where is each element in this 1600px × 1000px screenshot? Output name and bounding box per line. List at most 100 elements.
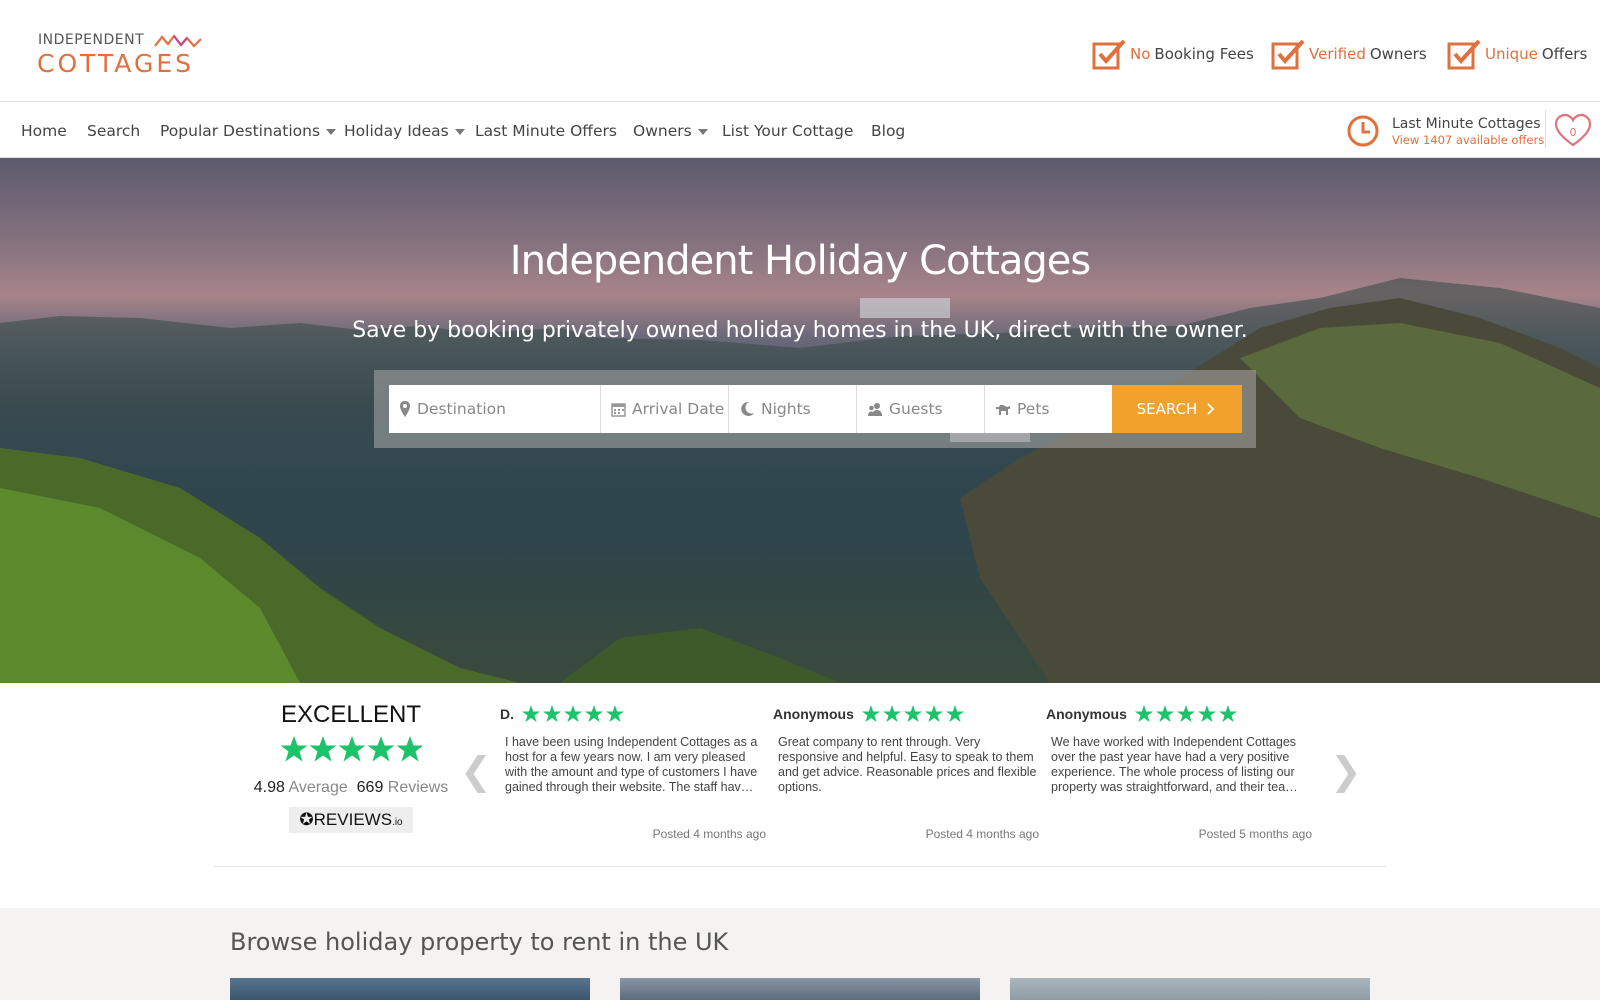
nav-label: Owners [633, 122, 692, 140]
region-thumbnail[interactable] [620, 978, 980, 1000]
nav-label: Holiday Ideas [344, 122, 449, 140]
pets-placeholder: Pets [1017, 400, 1050, 418]
section-divider [214, 866, 1386, 867]
nav-last-minute-offers[interactable]: Last Minute Offers [475, 122, 617, 140]
provider-name: REVIEWS [313, 810, 393, 829]
usp-highlight: Verified [1309, 45, 1366, 63]
star-circle-icon: ✪ [299, 810, 314, 829]
usp-highlight: Unique [1485, 45, 1538, 63]
five-star-rating-icon [861, 705, 964, 722]
dog-icon [996, 405, 1010, 415]
search-button-label: SEARCH [1136, 400, 1198, 418]
reviewer-name: D. [500, 706, 514, 722]
reviews-widget: EXCELLENT 4.98 Average 669 Reviews ✪REVI… [0, 683, 1600, 908]
checkbox-tick-icon [1271, 39, 1305, 70]
rating-word: EXCELLENT [280, 701, 422, 728]
chevron-right-icon [1207, 403, 1215, 415]
usp-text: Offers [1541, 45, 1588, 63]
nav-list-your-cottage[interactable]: List Your Cottage [722, 122, 853, 140]
search-bar: Destination Arrival Date Nights Guests P… [374, 370, 1256, 448]
nav-owners[interactable]: Owners [633, 122, 708, 140]
rating-average: 4.98 [253, 779, 285, 796]
browse-section: Browse holiday property to rent in the U… [0, 908, 1600, 1000]
favourites-count: 0 [1569, 126, 1577, 139]
site-logo[interactable]: INDEPENDENT COTTAGES [37, 32, 208, 78]
arrival-date-field[interactable]: Arrival Date [601, 385, 729, 433]
region-thumbnail[interactable] [1010, 978, 1370, 1000]
nav-label: List Your Cottage [722, 122, 854, 140]
clock-icon [1347, 115, 1379, 147]
calendar-icon [611, 402, 626, 417]
hero-subtitle: Save by booking privately owned holiday … [352, 318, 1248, 343]
reviews-next-arrow[interactable]: ❯ [1330, 749, 1362, 793]
nights-placeholder: Nights [761, 400, 811, 418]
nav-home[interactable]: Home [21, 122, 67, 140]
logo-top-text: INDEPENDENT [38, 32, 145, 48]
nights-field[interactable]: Nights [729, 385, 857, 433]
browse-title: Browse holiday property to rent in the U… [230, 928, 729, 956]
nav-label: Popular Destinations [160, 122, 321, 140]
guests-placeholder: Guests [889, 400, 943, 418]
last-minute-subtitle: View 1407 available offers [1392, 132, 1545, 147]
usp-text: Booking Fees [1154, 45, 1254, 63]
five-star-rating-icon [522, 705, 624, 722]
reviews-prev-arrow[interactable]: ❮ [460, 749, 492, 793]
review-posted: Posted 5 months ago [1198, 827, 1312, 841]
nav-label: Home [21, 122, 67, 140]
map-pin-icon [400, 401, 410, 417]
reviewer-name: Anonymous [773, 706, 854, 722]
provider-suffix: .io [392, 817, 403, 828]
usp-highlight: No [1130, 45, 1151, 63]
caret-down-icon [697, 129, 708, 135]
rating-average-line: 4.98 Average 669 Reviews [236, 779, 466, 797]
destination-field[interactable]: Destination [389, 385, 601, 433]
pets-field[interactable]: Pets [985, 385, 1112, 433]
review-card: Anonymous We have worked with Independen… [1046, 705, 1312, 841]
review-count-label: Reviews [387, 779, 449, 796]
nav-label: Search [87, 122, 141, 140]
nav-blog[interactable]: Blog [871, 122, 905, 140]
users-icon [868, 402, 882, 416]
reviews-io-logo[interactable]: ✪REVIEWS.io [289, 807, 413, 833]
nav-holiday-ideas[interactable]: Holiday Ideas [344, 122, 465, 140]
usp-verified-owners: Verified Owners [1271, 38, 1427, 70]
nav-label: Blog [871, 122, 906, 140]
search-button[interactable]: SEARCH [1112, 385, 1242, 433]
region-thumbnail[interactable] [230, 978, 590, 1000]
hero-banner: Independent Holiday Cottages Save by boo… [0, 158, 1600, 683]
review-card: Anonymous Great company to rent through.… [773, 705, 1039, 841]
five-star-rating-icon [280, 736, 424, 762]
checkbox-tick-icon [1447, 39, 1481, 70]
main-nav: Home Search Popular Destinations Holiday… [0, 102, 1600, 158]
review-count: 669 [356, 779, 384, 796]
hero-title: Independent Holiday Cottages [509, 238, 1091, 284]
caret-down-icon [454, 129, 465, 135]
nav-divider [1545, 110, 1546, 148]
review-text: I have been using Independent Cottages a… [505, 735, 758, 794]
usp-text: Owners [1369, 45, 1427, 63]
logo-main-text: COTTAGES [37, 49, 194, 78]
moon-icon [741, 401, 754, 416]
mountain-logo-icon [154, 34, 202, 48]
nav-label: Last Minute Offers [475, 122, 617, 140]
usp-unique-offers: Unique Offers [1447, 38, 1587, 70]
nav-search[interactable]: Search [87, 122, 140, 140]
last-minute-cottages-link[interactable]: Last Minute Cottages View 1407 available… [1346, 110, 1546, 152]
caret-down-icon [326, 129, 337, 135]
review-text: We have worked with Independent Cottages… [1051, 735, 1298, 794]
review-text: Great company to rent through. Very resp… [778, 735, 1037, 794]
site-header: INDEPENDENT COTTAGES No Booking Fees Ver… [0, 0, 1600, 102]
review-posted: Posted 4 months ago [925, 827, 1039, 841]
review-posted: Posted 4 months ago [652, 827, 766, 841]
arrival-placeholder: Arrival Date [632, 400, 725, 418]
reviews-summary: EXCELLENT 4.98 Average 669 Reviews ✪REVI… [236, 701, 466, 833]
destination-placeholder: Destination [417, 400, 506, 418]
checkbox-tick-icon [1092, 39, 1126, 70]
guests-field[interactable]: Guests [857, 385, 985, 433]
review-card: D. I have been using Independent Cottage… [500, 705, 766, 841]
favourites-button[interactable]: 0 [1554, 112, 1592, 150]
five-star-rating-icon [1134, 705, 1237, 722]
usp-no-booking-fees: No Booking Fees [1092, 38, 1254, 70]
last-minute-title: Last Minute Cottages [1392, 115, 1541, 132]
nav-popular-destinations[interactable]: Popular Destinations [160, 122, 337, 140]
